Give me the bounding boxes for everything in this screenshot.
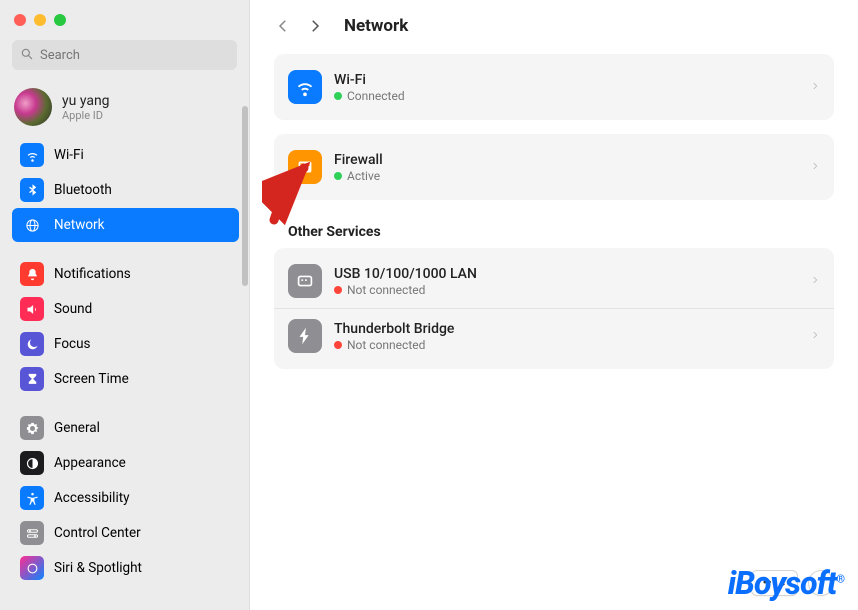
switches-icon — [20, 521, 44, 545]
primary-services-card: Wi-Fi Connected — [274, 54, 834, 120]
other-services-card: USB 10/100/1000 LAN Not connected Thunde… — [274, 248, 834, 369]
appearance-icon — [20, 451, 44, 475]
row-title: Firewall — [334, 152, 798, 168]
thunderbolt-icon — [288, 319, 322, 353]
apple-id-row[interactable]: yu yang Apple ID — [0, 80, 249, 138]
sidebar-item-focus[interactable]: Focus — [12, 327, 239, 361]
speaker-icon — [20, 297, 44, 321]
status-dot — [334, 172, 342, 180]
row-wifi[interactable]: Wi-Fi Connected — [274, 60, 834, 114]
chevron-right-icon — [810, 78, 820, 97]
sidebar-item-label: Wi-Fi — [54, 147, 84, 163]
sidebar-item-label: Screen Time — [54, 371, 129, 387]
user-name: yu yang — [62, 93, 110, 109]
sidebar-item-general[interactable]: General — [12, 411, 239, 445]
close-window-button[interactable] — [14, 14, 26, 26]
sidebar-item-appearance[interactable]: Appearance — [12, 446, 239, 480]
sidebar-item-label: Network — [54, 217, 104, 233]
row-thunderbolt-bridge[interactable]: Thunderbolt Bridge Not connected — [274, 308, 834, 363]
firewall-icon — [288, 150, 322, 184]
sidebar-item-bluetooth[interactable]: Bluetooth — [12, 173, 239, 207]
wifi-icon — [288, 70, 322, 104]
sidebar-item-wifi[interactable]: Wi-Fi — [12, 138, 239, 172]
content: Wi-Fi Connected Firewall Active Other Se… — [250, 48, 858, 570]
sidebar-item-screen-time[interactable]: Screen Time — [12, 362, 239, 396]
sidebar-item-siri-spotlight[interactable]: Siri & Spotlight — [12, 551, 239, 585]
sidebar-item-label: Bluetooth — [54, 182, 112, 198]
status-dot — [334, 92, 342, 100]
status-dot — [334, 286, 342, 294]
wifi-icon — [20, 143, 44, 167]
siri-icon — [20, 556, 44, 580]
row-status: Not connected — [347, 338, 425, 352]
sidebar-item-control-center[interactable]: Control Center — [12, 516, 239, 550]
sidebar-item-label: Notifications — [54, 266, 131, 282]
row-status: Active — [347, 169, 380, 183]
status-dot — [334, 341, 342, 349]
row-usb-lan[interactable]: USB 10/100/1000 LAN Not connected — [274, 254, 834, 308]
scrollbar-thumb[interactable] — [242, 106, 248, 286]
globe-net-icon — [20, 213, 44, 237]
minimize-window-button[interactable] — [34, 14, 46, 26]
row-status: Connected — [347, 89, 405, 103]
sidebar-item-label: Siri & Spotlight — [54, 560, 142, 576]
row-title: Wi-Fi — [334, 72, 798, 88]
ethernet-icon — [288, 264, 322, 298]
chevron-right-icon — [810, 327, 820, 346]
sidebar-item-label: Sound — [54, 301, 92, 317]
firewall-card: Firewall Active — [274, 134, 834, 200]
row-title: Thunderbolt Bridge — [334, 321, 798, 337]
sidebar-item-label: Appearance — [54, 455, 126, 471]
sidebar-list: Wi-Fi Bluetooth Network Notifications — [0, 138, 249, 610]
row-status: Not connected — [347, 283, 425, 297]
forward-button[interactable] — [306, 17, 324, 35]
search-icon — [20, 46, 40, 65]
page-title: Network — [344, 16, 408, 36]
window-controls — [0, 0, 249, 36]
sidebar-item-label: General — [54, 420, 100, 436]
bell-icon — [20, 262, 44, 286]
sidebar-item-label: Accessibility — [54, 490, 130, 506]
chevron-right-icon — [810, 272, 820, 291]
user-sub: Apple ID — [62, 109, 110, 122]
sidebar-item-network[interactable]: Network — [12, 208, 239, 242]
sidebar: yu yang Apple ID Wi-Fi Bluetooth Network — [0, 0, 250, 610]
row-title: USB 10/100/1000 LAN — [334, 266, 798, 282]
watermark: iBoysoft® — [728, 564, 844, 602]
sidebar-item-sound[interactable]: Sound — [12, 292, 239, 326]
zoom-window-button[interactable] — [54, 14, 66, 26]
sidebar-item-accessibility[interactable]: Accessibility — [12, 481, 239, 515]
moon-icon — [20, 332, 44, 356]
sidebar-item-label: Focus — [54, 336, 91, 352]
avatar — [14, 88, 52, 126]
sidebar-item-label: Control Center — [54, 525, 141, 541]
back-button[interactable] — [274, 17, 292, 35]
sidebar-item-notifications[interactable]: Notifications — [12, 257, 239, 291]
row-firewall[interactable]: Firewall Active — [274, 140, 834, 194]
accessibility-icon — [20, 486, 44, 510]
search-field[interactable] — [12, 40, 237, 70]
search-input[interactable] — [40, 48, 229, 63]
gear-icon — [20, 416, 44, 440]
bluetooth-icon — [20, 178, 44, 202]
main-pane: Network Wi-Fi Connected Firewall — [250, 0, 858, 610]
chevron-right-icon — [810, 158, 820, 177]
header: Network — [250, 0, 858, 48]
hourglass-icon — [20, 367, 44, 391]
other-services-heading: Other Services — [274, 214, 834, 248]
